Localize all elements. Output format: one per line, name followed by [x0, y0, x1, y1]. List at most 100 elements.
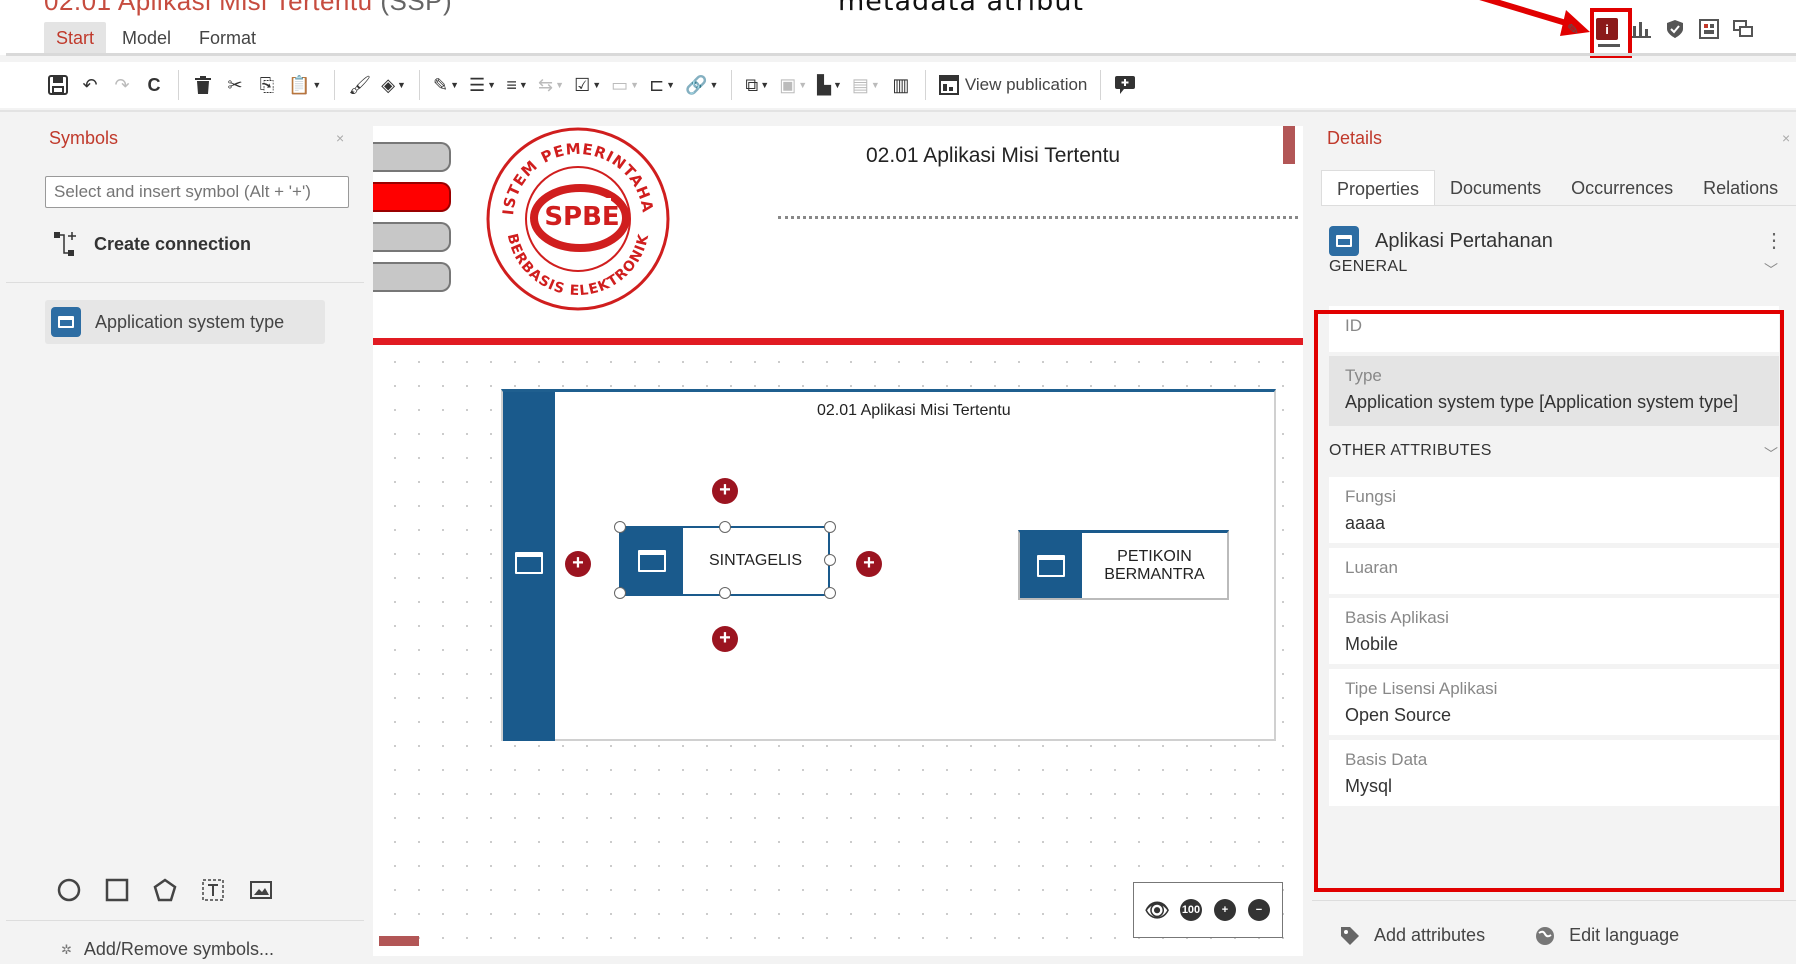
tab-model[interactable]: Model: [110, 22, 183, 54]
add-remove-symbols-label: Add/Remove symbols...: [83, 939, 274, 959]
edit-language-button[interactable]: Edit language: [1535, 925, 1679, 946]
add-connected-symbol-icon[interactable]: +: [712, 478, 738, 504]
symbols-panel: Symbols × Create connection Application …: [6, 112, 364, 964]
distribute-icon[interactable]: ▤ ▼: [849, 70, 883, 100]
globe-icon: [1536, 926, 1555, 945]
cut-icon[interactable]: ✂: [221, 70, 249, 100]
close-icon[interactable]: ×: [336, 130, 344, 146]
close-icon[interactable]: ×: [1782, 130, 1790, 146]
application-window-icon: [1020, 533, 1082, 598]
resize-handle[interactable]: [719, 521, 731, 533]
shape-palette: [56, 877, 274, 903]
create-connection-button[interactable]: Create connection: [54, 230, 251, 258]
node-petikoin-bermantra[interactable]: PETIKOIN BERMANTRA: [1018, 530, 1229, 600]
tab-occurrences[interactable]: Occurrences: [1556, 170, 1688, 205]
line-weight-icon[interactable]: ≡ ▼: [503, 70, 531, 100]
paste-icon[interactable]: 📋 ▼: [285, 70, 324, 100]
chevron-down-icon[interactable]: ﹀: [1764, 260, 1778, 280]
pool-title: 02.01 Aplikasi Misi Tertentu: [817, 402, 1011, 419]
attribute-placement-icon[interactable]: ▥: [887, 70, 915, 100]
resize-handle[interactable]: [824, 554, 836, 566]
ribbon-tabs: Start Model Format: [44, 22, 268, 54]
resize-handle[interactable]: [614, 587, 626, 599]
app-window: 02.01 Aplikasi Misi Tertentu (SSP) metad…: [0, 0, 1796, 964]
header-pill-red: [373, 182, 451, 212]
format-painter-icon[interactable]: 🖌: [345, 70, 374, 100]
symbol-search-input[interactable]: [45, 176, 349, 208]
line-style-icon[interactable]: ☰ ▼: [466, 70, 499, 100]
save-icon[interactable]: [44, 70, 72, 100]
model-header: SISTEM PEMERINTAHAN BERBASIS ELEKTRONIK …: [373, 126, 1303, 338]
zoom-in-icon[interactable]: +: [1214, 899, 1236, 921]
link-icon[interactable]: 🔗 ▼: [682, 70, 721, 100]
add-comment-icon[interactable]: [1111, 70, 1139, 100]
group-icon[interactable]: ▣ ▼: [776, 70, 810, 100]
create-connection-label: Create connection: [94, 233, 252, 254]
pentagon-icon[interactable]: [152, 877, 178, 903]
zoom-100-icon[interactable]: 100: [1180, 899, 1202, 921]
square-icon[interactable]: [104, 877, 130, 903]
details-tabs: Properties Documents Occurrences Relatio…: [1321, 170, 1796, 206]
document-title-text: 02.01 Aplikasi Misi Tertentu: [44, 0, 373, 16]
resize-handle[interactable]: [824, 521, 836, 533]
connector-icon[interactable]: ⊏ ▼: [646, 70, 678, 100]
toolbar-separator: [178, 70, 179, 100]
add-connected-symbol-icon[interactable]: +: [856, 551, 882, 577]
comments-icon[interactable]: [1732, 18, 1754, 40]
circle-icon[interactable]: [56, 877, 82, 903]
more-options-icon[interactable]: ⋮: [1764, 228, 1784, 253]
refresh-icon[interactable]: C: [140, 70, 168, 100]
copy-icon[interactable]: ⎘: [253, 70, 281, 100]
node-label: PETIKOIN BERMANTRA: [1104, 547, 1205, 583]
horizontal-scrollbar[interactable]: [379, 936, 419, 946]
node-sintagelis[interactable]: SINTAGELIS: [619, 526, 830, 596]
details-divider: [1312, 900, 1796, 901]
edit-icon[interactable]: ✎: [1562, 18, 1584, 40]
add-connected-symbol-icon[interactable]: +: [712, 626, 738, 652]
tab-start[interactable]: Start: [44, 22, 107, 54]
edit-shape-icon[interactable]: ☑ ▼: [571, 70, 604, 100]
add-remove-symbols-button[interactable]: ✲ Add/Remove symbols...: [61, 939, 274, 960]
model-canvas[interactable]: SISTEM PEMERINTAHAN BERBASIS ELEKTRONIK …: [373, 126, 1303, 956]
zoom-out-icon[interactable]: −: [1248, 899, 1270, 921]
shield-icon[interactable]: [1664, 18, 1686, 40]
redo-icon[interactable]: ↷: [108, 70, 136, 100]
tab-relations[interactable]: Relations: [1688, 170, 1793, 205]
resize-handle[interactable]: [719, 587, 731, 599]
general-section-title[interactable]: GENERAL: [1329, 258, 1408, 276]
toolbar-separator: [334, 70, 336, 100]
dashboard-icon[interactable]: [1698, 18, 1720, 40]
add-attributes-button[interactable]: Add attributes: [1340, 925, 1485, 946]
view-publication-label: View publication: [964, 75, 1088, 94]
view-publication-button[interactable]: View publication: [936, 70, 1091, 100]
fill-color-icon[interactable]: ◈ ▼: [378, 70, 409, 100]
tab-documents[interactable]: Documents: [1435, 170, 1556, 205]
shadow-icon[interactable]: ▭ ▼: [608, 70, 642, 100]
object-header: Aplikasi Pertahanan: [1329, 226, 1553, 256]
line-color-icon[interactable]: ✎ ▼: [430, 70, 462, 100]
details-title: Details: [1327, 128, 1383, 148]
pool-lane: [503, 392, 555, 741]
align-left-icon[interactable]: ▙ ▼: [814, 70, 845, 100]
add-connected-symbol-icon[interactable]: +: [565, 551, 591, 577]
image-icon[interactable]: [248, 877, 274, 903]
arrange-icon[interactable]: ⧉ ▼: [742, 70, 772, 100]
resize-handle[interactable]: [824, 587, 836, 599]
gear-icon: ✲: [61, 941, 72, 957]
tab-properties[interactable]: Properties: [1321, 170, 1436, 205]
text-box-icon[interactable]: [200, 877, 226, 903]
arrow-style-icon[interactable]: ⇆ ▼: [535, 70, 567, 100]
connection-icon: [54, 230, 80, 258]
symbol-item-application-system-type[interactable]: Application system type: [45, 300, 325, 344]
tab-format[interactable]: Format: [187, 22, 268, 54]
bar-chart-icon[interactable]: [1630, 18, 1652, 40]
resize-handle[interactable]: [614, 521, 626, 533]
toolbar: ↶ ↷ C ✂ ⎘ 📋 ▼ 🖌 ◈ ▼ ✎ ▼ ☰ ▼ ≡ ▼ ⇆ ▼ ☑ ▼ ▭ ▼ ⊏ ▼ 🔗…: [0, 62, 1796, 108]
header-red-line: [373, 338, 1303, 345]
eye-icon[interactable]: 👁: [1144, 899, 1169, 922]
delete-icon[interactable]: [189, 70, 217, 100]
undo-icon[interactable]: ↶: [76, 70, 104, 100]
zoom-controls: 👁 100 + −: [1133, 882, 1283, 938]
header-pill: [373, 222, 451, 252]
vertical-scrollbar[interactable]: [1283, 126, 1295, 164]
